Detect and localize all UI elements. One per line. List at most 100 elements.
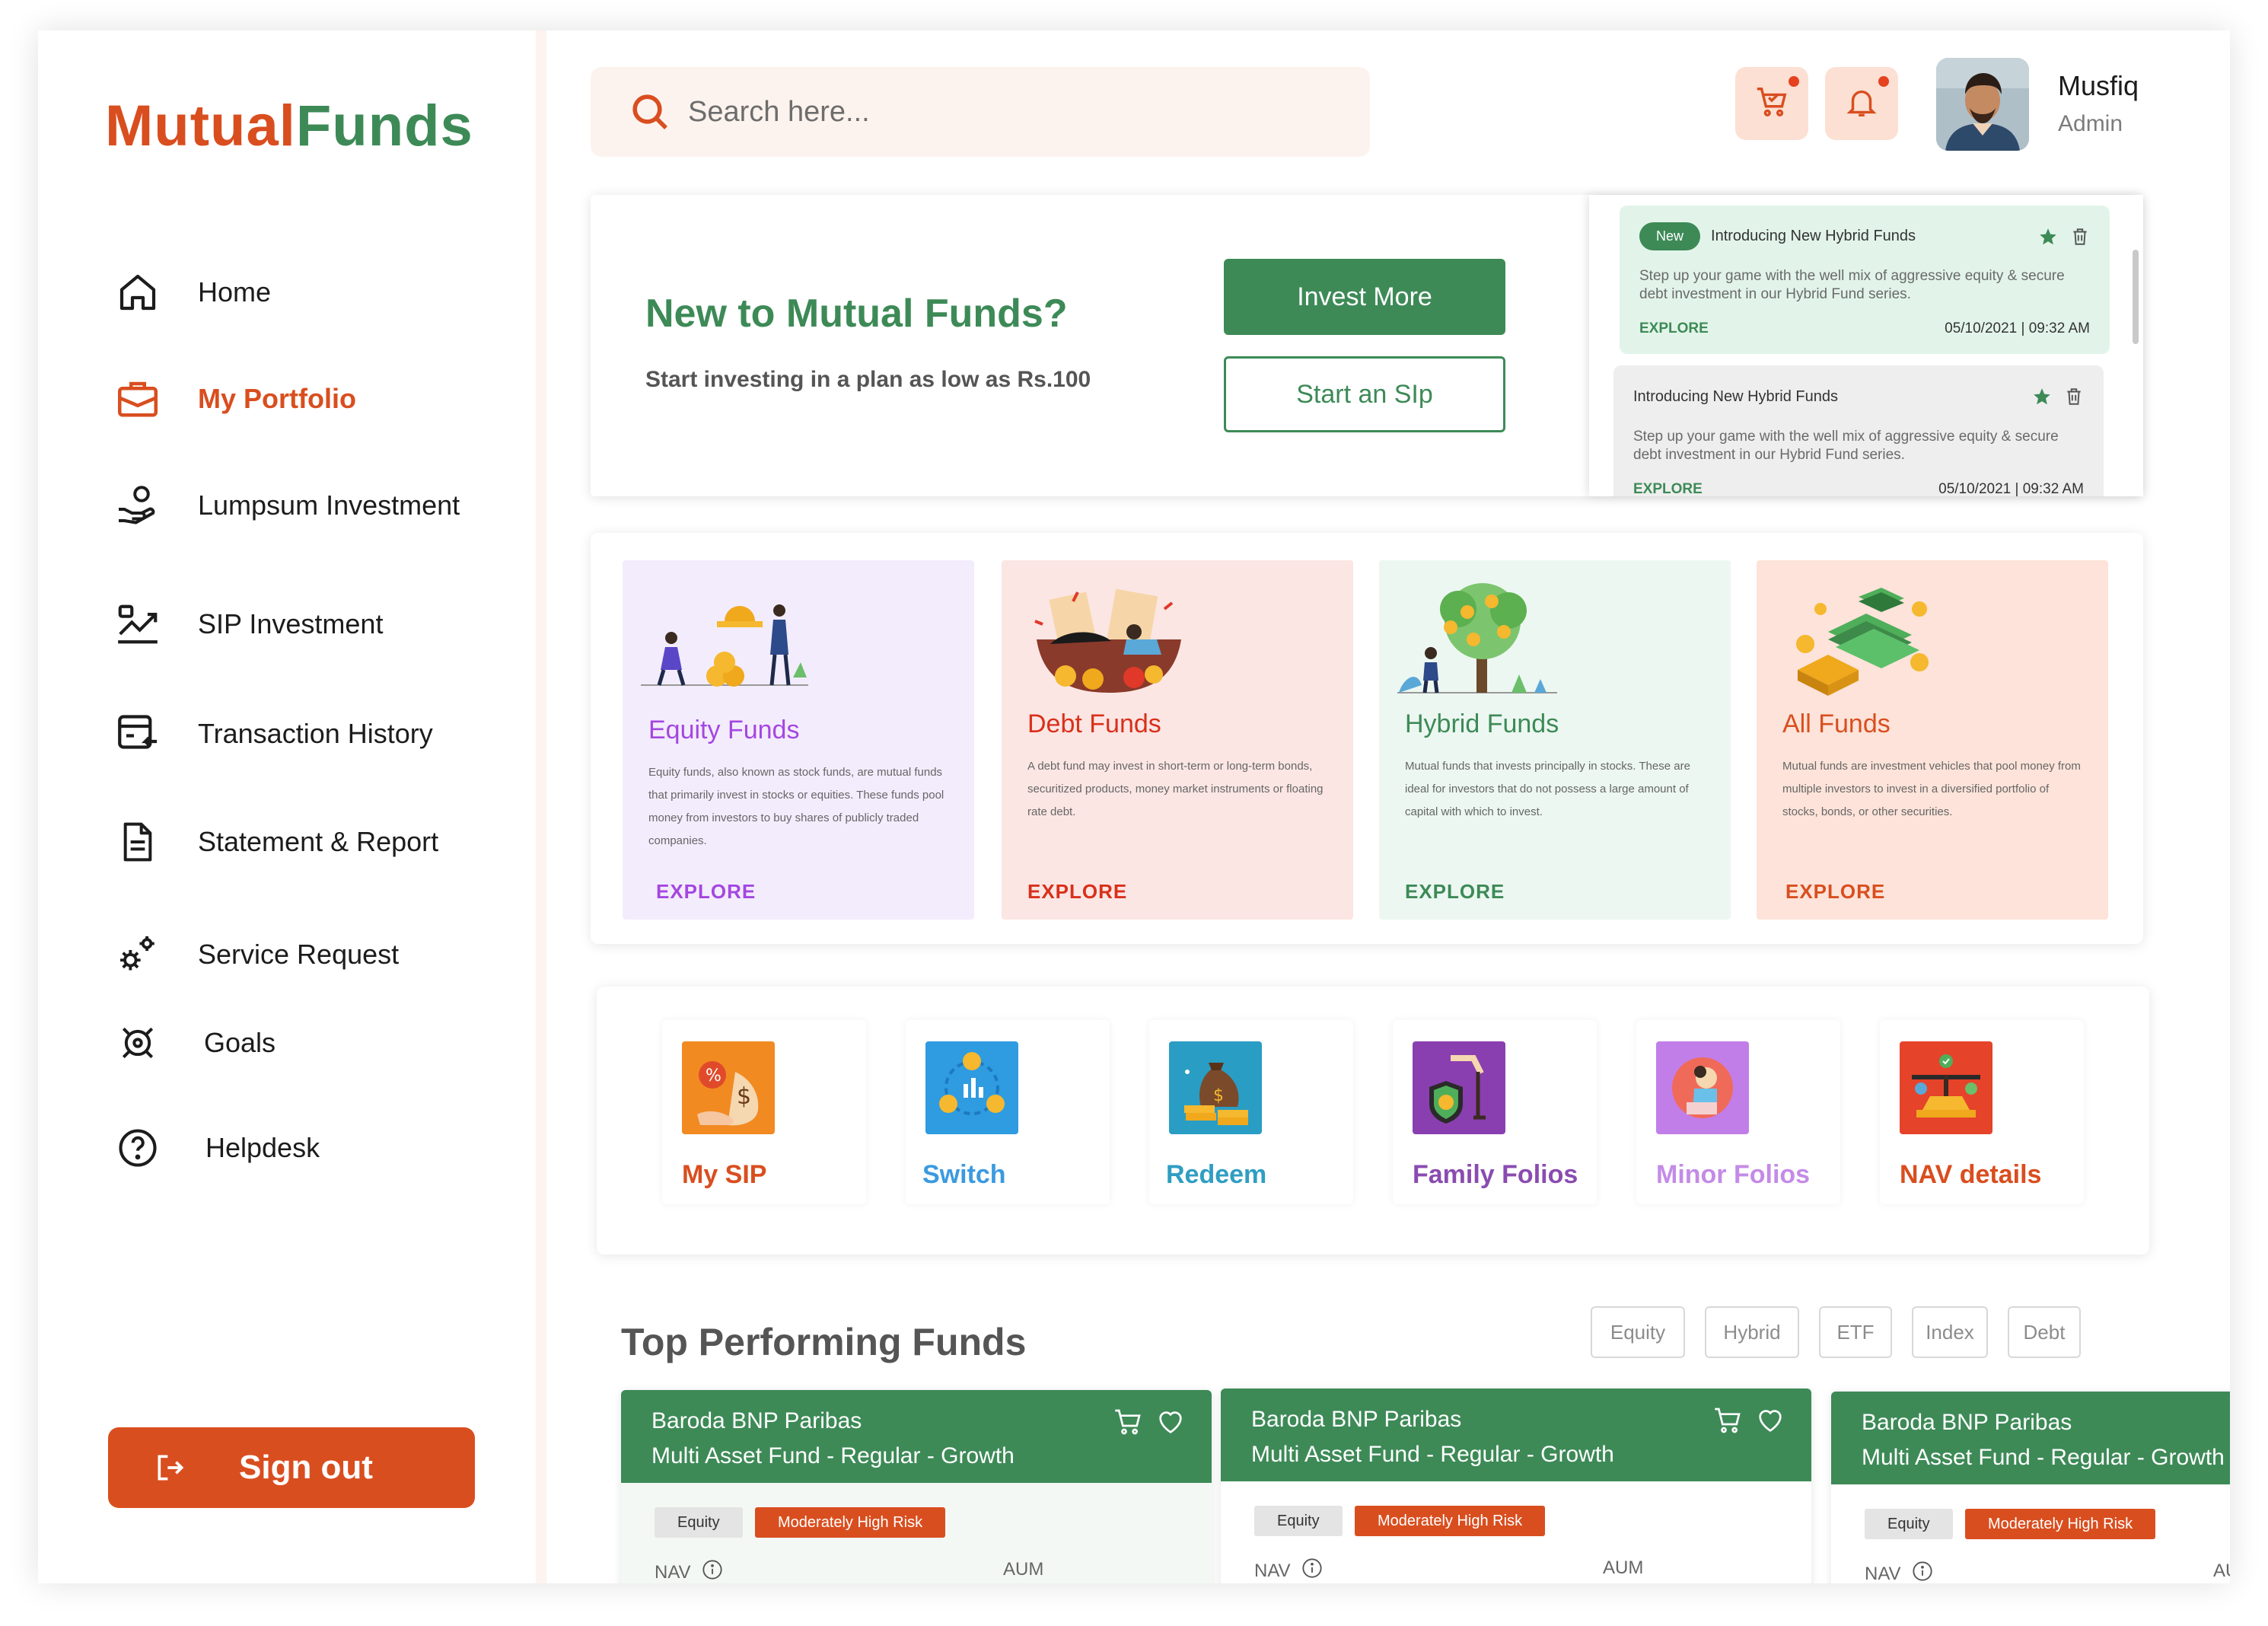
category-explore-link[interactable]: EXPLORE [1405,880,1505,904]
filter-hybrid[interactable]: Hybrid [1705,1306,1799,1358]
trash-icon[interactable] [2064,387,2084,406]
action-nav-details[interactable]: NAV details [1880,1020,2084,1204]
notifications-button[interactable] [1825,67,1898,140]
category-card-equity[interactable]: Equity Funds Equity funds, also known as… [623,560,974,920]
action-label: Family Folios [1413,1160,1578,1189]
sidebar-item-my-portfolio[interactable]: My Portfolio [111,368,356,429]
action-my-sip[interactable]: % $ My SIP [662,1020,866,1204]
fund-type-tag: Equity [1254,1506,1343,1536]
notification-card[interactable]: Introducing New Hybrid Funds Step up you… [1613,365,2104,496]
cart-button[interactable] [1735,67,1808,140]
star-icon[interactable] [2032,387,2052,406]
sidebar-item-label: SIP Investment [198,608,384,639]
notification-title: Introducing New Hybrid Funds [1633,387,1839,405]
welcome-banner: New to Mutual Funds? Start investing in … [591,195,2143,496]
add-to-cart-icon[interactable] [1113,1407,1143,1437]
notifications-panel[interactable]: New Introducing New Hybrid Funds Step up… [1589,195,2143,496]
category-card-debt[interactable]: Debt Funds A debt fund may invest in sho… [1002,560,1353,920]
fund-name: Baroda BNP Paribas [1251,1407,1462,1432]
notification-title: Introducing New Hybrid Funds [1711,228,1916,244]
category-card-hybrid[interactable]: Hybrid Funds Mutual funds that invests p… [1379,560,1731,920]
app-frame: MutualFunds Home My Portfolio Lumpsum In… [38,30,2230,1583]
sidebar-item-label: Helpdesk [205,1132,320,1163]
info-icon[interactable] [1912,1561,1933,1583]
logout-icon [154,1451,187,1484]
action-switch[interactable]: Switch [906,1020,1110,1204]
notification-explore-link[interactable]: EXPLORE [1633,481,1703,496]
category-explore-link[interactable]: EXPLORE [656,880,756,904]
category-description: Mutual funds that invests principally in… [1405,760,1690,818]
search-input[interactable] [688,95,1297,129]
fund-card[interactable]: Baroda BNP Paribas Multi Asset Fund - Re… [621,1390,1212,1583]
filter-debt[interactable]: Debt [2008,1306,2081,1358]
trash-icon[interactable] [2070,227,2090,247]
aum-label: AUM [1003,1559,1044,1580]
invest-more-button[interactable]: Invest More [1224,259,1505,335]
filter-etf[interactable]: ETF [1819,1306,1892,1358]
heart-icon[interactable] [1155,1407,1186,1437]
avatar[interactable] [1936,58,2029,151]
nav-label: NAV [655,1561,691,1583]
info-icon[interactable] [702,1559,723,1583]
filter-index[interactable]: Index [1912,1306,1988,1358]
search-icon [629,91,671,133]
top-funds-title: Top Performing Funds [621,1321,1027,1363]
debt-illustration-icon [1020,579,1195,700]
fund-card[interactable]: Baroda BNP Paribas Multi Asset Fund - Re… [1221,1388,1811,1583]
banner-subtitle: Start investing in a plan as low as Rs.1… [645,367,1091,392]
action-minor-folios[interactable]: Minor Folios [1636,1020,1840,1204]
aum-label: AUM [2213,1561,2230,1581]
add-to-cart-icon[interactable] [1712,1405,1743,1436]
money-bag-percent-icon: % $ [682,1041,775,1134]
heart-icon[interactable] [1755,1405,1785,1436]
category-explore-link[interactable]: EXPLORE [1027,880,1127,904]
user-name: Musfiq [2058,70,2139,101]
sidebar-item-service-request[interactable]: Service Request [111,924,399,985]
sidebar-item-helpdesk[interactable]: Helpdesk [111,1117,320,1178]
sidebar-item-statement-report[interactable]: Statement & Report [111,811,438,872]
sidebar-item-goals[interactable]: Goals [111,1012,276,1073]
category-description: Mutual funds are investment vehicles tha… [1782,760,2081,818]
category-card-all[interactable]: All Funds Mutual funds are investment ve… [1757,560,2108,920]
category-explore-link[interactable]: EXPLORE [1785,880,1885,904]
new-badge: New [1639,222,1701,250]
document-icon [111,815,164,869]
sidebar-item-label: Home [198,276,272,308]
sidebar-item-transaction-history[interactable]: Transaction History [111,703,433,764]
fund-type-tag: Equity [655,1507,743,1538]
sidebar-item-home[interactable]: Home [111,262,271,323]
sign-out-button[interactable]: Sign out [108,1427,475,1508]
brand-logo[interactable]: MutualFunds [105,93,473,159]
notifications-scrollbar[interactable] [2133,250,2139,344]
action-label: NAV details [1900,1160,2042,1189]
fund-categories: Equity Funds Equity funds, also known as… [591,533,2143,944]
search-bar[interactable] [591,67,1370,157]
sidebar-item-label: My Portfolio [198,383,356,414]
notification-date: 05/10/2021 | 09:32 AM [1945,320,2090,336]
notification-card[interactable]: New Introducing New Hybrid Funds Step up… [1620,206,2110,354]
sidebar-item-lumpsum-investment[interactable]: Lumpsum Investment [111,475,460,536]
sidebar-item-sip-investment[interactable]: SIP Investment [111,594,383,655]
action-family-folios[interactable]: Family Folios [1393,1020,1597,1204]
action-redeem[interactable]: $ Redeem [1149,1020,1353,1204]
fund-name: Baroda BNP Paribas [651,1408,862,1433]
fund-card[interactable]: Baroda BNP Paribas Multi Asset Fund - Re… [1831,1392,2230,1583]
hand-coin-icon [111,479,164,532]
action-label: Minor Folios [1656,1160,1811,1189]
sidebar-item-label: Service Request [198,939,400,970]
filter-equity[interactable]: Equity [1591,1306,1685,1358]
fund-plan: Multi Asset Fund - Regular - Growth [1862,1445,2225,1470]
star-icon[interactable] [2038,227,2058,247]
sign-out-label: Sign out [239,1449,373,1486]
fund-plan: Multi Asset Fund - Regular - Growth [651,1443,1015,1468]
brand-logo-part1: Mutual [105,94,296,158]
action-label: My SIP [682,1160,767,1189]
user-role: Admin [2058,111,2123,136]
card-history-icon [111,707,164,760]
sidebar-item-label: Transaction History [198,718,433,749]
gears-icon [111,928,164,981]
info-icon[interactable] [1301,1557,1323,1583]
start-sip-button[interactable]: Start an SIp [1224,356,1505,432]
notification-explore-link[interactable]: EXPLORE [1639,320,1709,337]
growth-chart-icon [111,598,164,651]
